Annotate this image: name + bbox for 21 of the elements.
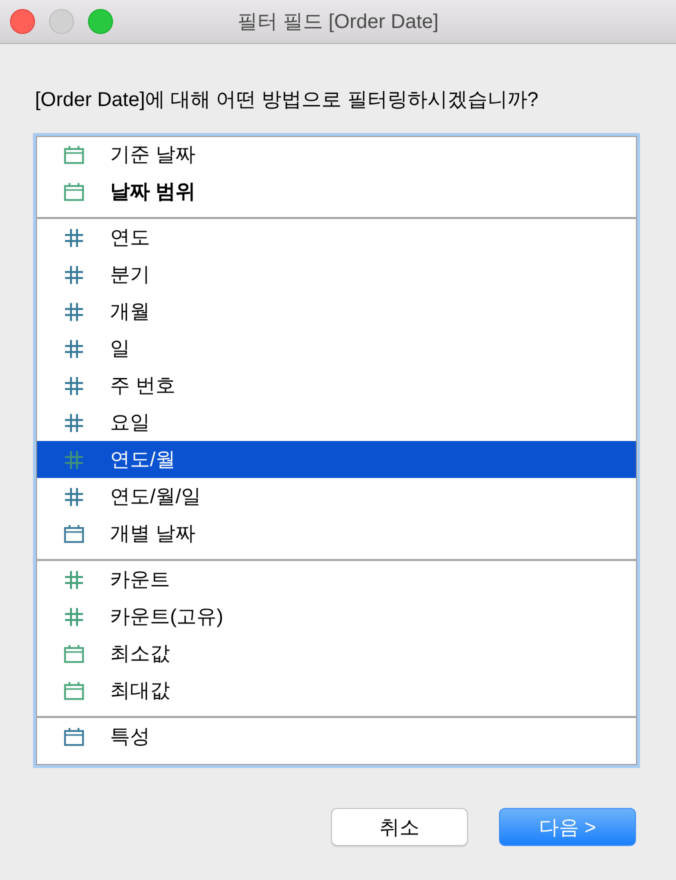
list-item[interactable]: 최소값 xyxy=(37,635,636,672)
list-item[interactable]: 기준 날짜 xyxy=(37,136,636,173)
list-item[interactable]: 주 번호 xyxy=(37,367,636,404)
zoom-button[interactable] xyxy=(88,9,113,34)
list-item[interactable]: 연도 xyxy=(37,219,636,256)
list-item[interactable]: 연도/월/일 xyxy=(37,478,636,515)
close-button[interactable] xyxy=(10,9,35,34)
list-item[interactable]: 일 xyxy=(37,330,636,367)
list-item[interactable]: 개별 날짜 xyxy=(37,515,636,552)
list-item[interactable]: 분기 xyxy=(37,256,636,293)
list-item[interactable]: 날짜 범위 xyxy=(37,173,636,210)
list-item[interactable]: 카운트 xyxy=(37,561,636,598)
list-item[interactable]: 요일 xyxy=(37,404,636,441)
list-item[interactable]: 개월 xyxy=(37,293,636,330)
window-title: 필터 필드 [Order Date] xyxy=(237,10,439,35)
cancel-button[interactable]: 취소 xyxy=(331,808,468,846)
list-item[interactable]: 카운트(고유) xyxy=(37,598,636,635)
list-item[interactable]: 특성 xyxy=(37,718,636,755)
list-item[interactable]: 연도/월 xyxy=(37,441,636,478)
question-text: [Order Date]에 대해 어떤 방법으로 필터링하시겠습니까? xyxy=(34,88,540,112)
list-item[interactable]: 최대값 xyxy=(37,672,636,709)
